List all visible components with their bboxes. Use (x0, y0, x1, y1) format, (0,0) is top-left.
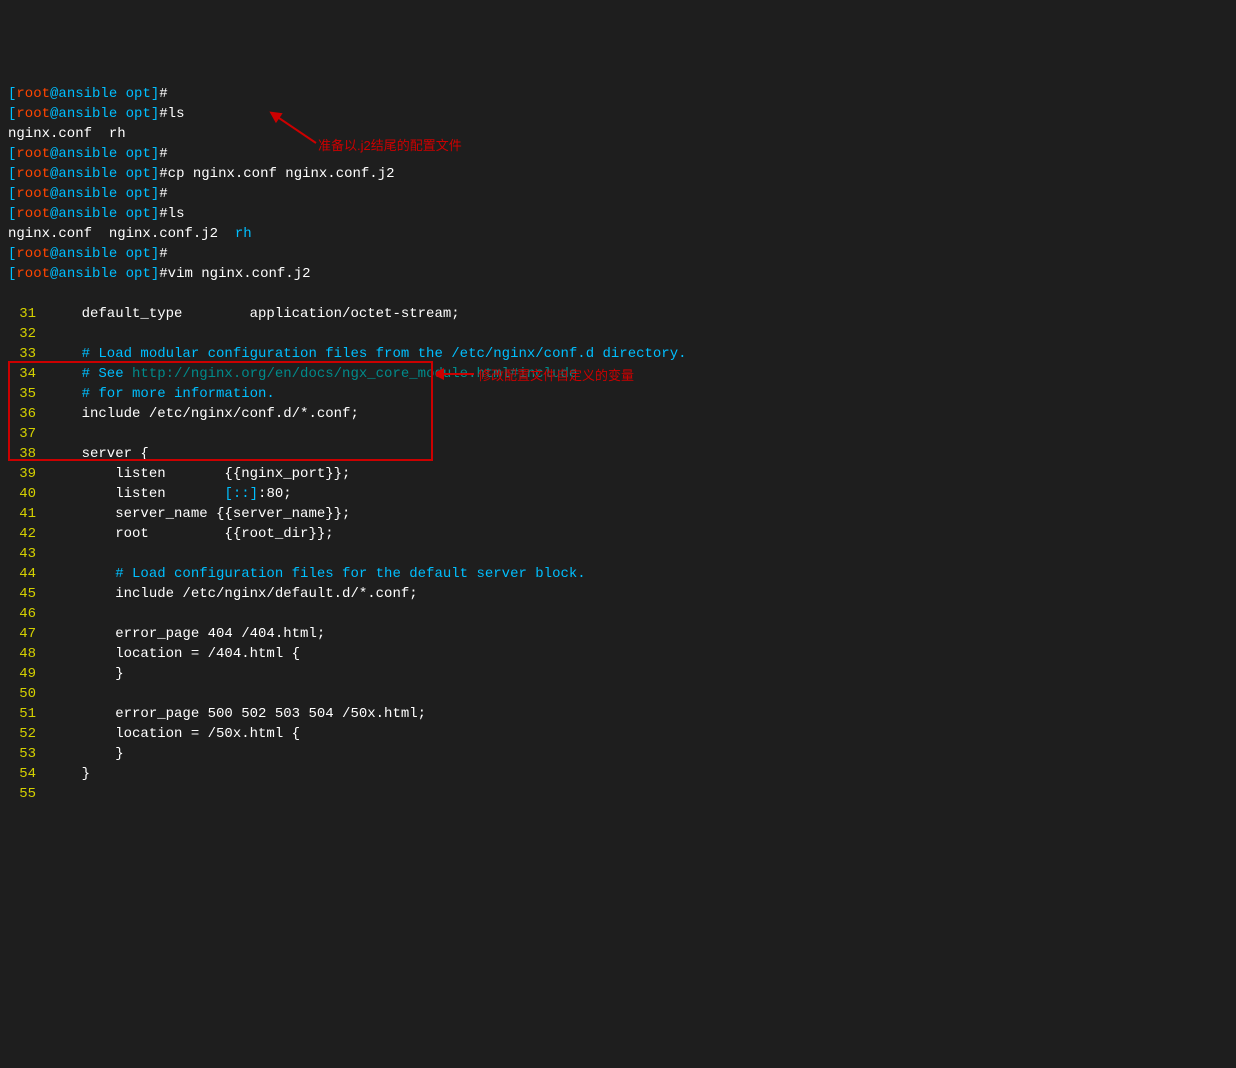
editor-line-48: 48 location = /404.html { (8, 644, 1228, 664)
editor-line-39: 39 listen {{nginx_port}}; (8, 464, 1228, 484)
editor-line-33: 33 # Load modular configuration files fr… (8, 344, 1228, 364)
line-number: 54 (8, 764, 48, 784)
prompt-line[interactable]: [root@ansible opt]#vim nginx.conf.j2 (8, 264, 1228, 284)
line-number: 39 (8, 464, 48, 484)
line-number: 37 (8, 424, 48, 444)
output-line: nginx.conf nginx.conf.j2 rh (8, 224, 1228, 244)
line-number: 42 (8, 524, 48, 544)
editor-line-38: 38 server { (8, 444, 1228, 464)
editor-line-47: 47 error_page 404 /404.html; (8, 624, 1228, 644)
line-number: 43 (8, 544, 48, 564)
editor-line-40: 40 listen [::]:80; (8, 484, 1228, 504)
editor-line-32: 32 (8, 324, 1228, 344)
line-number: 47 (8, 624, 48, 644)
editor-line-53: 53 } (8, 744, 1228, 764)
editor-line-51: 51 error_page 500 502 503 504 /50x.html; (8, 704, 1228, 724)
annotation-1: 准备以.j2结尾的配置文件 (318, 136, 462, 156)
editor-line-35: 35 # for more information. (8, 384, 1228, 404)
line-number: 36 (8, 404, 48, 424)
editor-line-41: 41 server_name {{server_name}}; (8, 504, 1228, 524)
editor-line-49: 49 } (8, 664, 1228, 684)
prompt-line[interactable]: [root@ansible opt]# (8, 184, 1228, 204)
line-number: 35 (8, 384, 48, 404)
editor-line-44: 44 # Load configuration files for the de… (8, 564, 1228, 584)
line-number: 51 (8, 704, 48, 724)
line-number: 48 (8, 644, 48, 664)
editor-line-36: 36 include /etc/nginx/conf.d/*.conf; (8, 404, 1228, 424)
line-number: 38 (8, 444, 48, 464)
line-number: 40 (8, 484, 48, 504)
editor-line-55: 55 (8, 784, 1228, 804)
line-number: 45 (8, 584, 48, 604)
output-line: nginx.conf rh (8, 124, 1228, 144)
line-number: 34 (8, 364, 48, 384)
prompt-line[interactable]: [root@ansible opt]# (8, 84, 1228, 104)
line-number: 53 (8, 744, 48, 764)
line-number: 33 (8, 344, 48, 364)
terminal-output[interactable]: [root@ansible opt]#[root@ansible opt]#ls… (8, 84, 1228, 284)
line-number: 44 (8, 564, 48, 584)
editor-line-46: 46 (8, 604, 1228, 624)
editor-line-31: 31 default_type application/octet-stream… (8, 304, 1228, 324)
editor-line-52: 52 location = /50x.html { (8, 724, 1228, 744)
editor-line-42: 42 root {{root_dir}}; (8, 524, 1228, 544)
annotation-2: 修改配置文件自定义的变量 (478, 366, 634, 386)
line-number: 31 (8, 304, 48, 324)
prompt-line[interactable]: [root@ansible opt]# (8, 144, 1228, 164)
editor-line-54: 54 } (8, 764, 1228, 784)
editor-line-45: 45 include /etc/nginx/default.d/*.conf; (8, 584, 1228, 604)
editor-line-37: 37 (8, 424, 1228, 444)
line-number: 50 (8, 684, 48, 704)
prompt-line[interactable]: [root@ansible opt]# (8, 244, 1228, 264)
editor-line-50: 50 (8, 684, 1228, 704)
line-number: 55 (8, 784, 48, 804)
prompt-line[interactable]: [root@ansible opt]#ls (8, 204, 1228, 224)
prompt-line[interactable]: [root@ansible opt]#ls (8, 104, 1228, 124)
line-number: 46 (8, 604, 48, 624)
line-number: 49 (8, 664, 48, 684)
line-number: 41 (8, 504, 48, 524)
prompt-line[interactable]: [root@ansible opt]#cp nginx.conf nginx.c… (8, 164, 1228, 184)
line-number: 32 (8, 324, 48, 344)
editor-line-43: 43 (8, 544, 1228, 564)
line-number: 52 (8, 724, 48, 744)
